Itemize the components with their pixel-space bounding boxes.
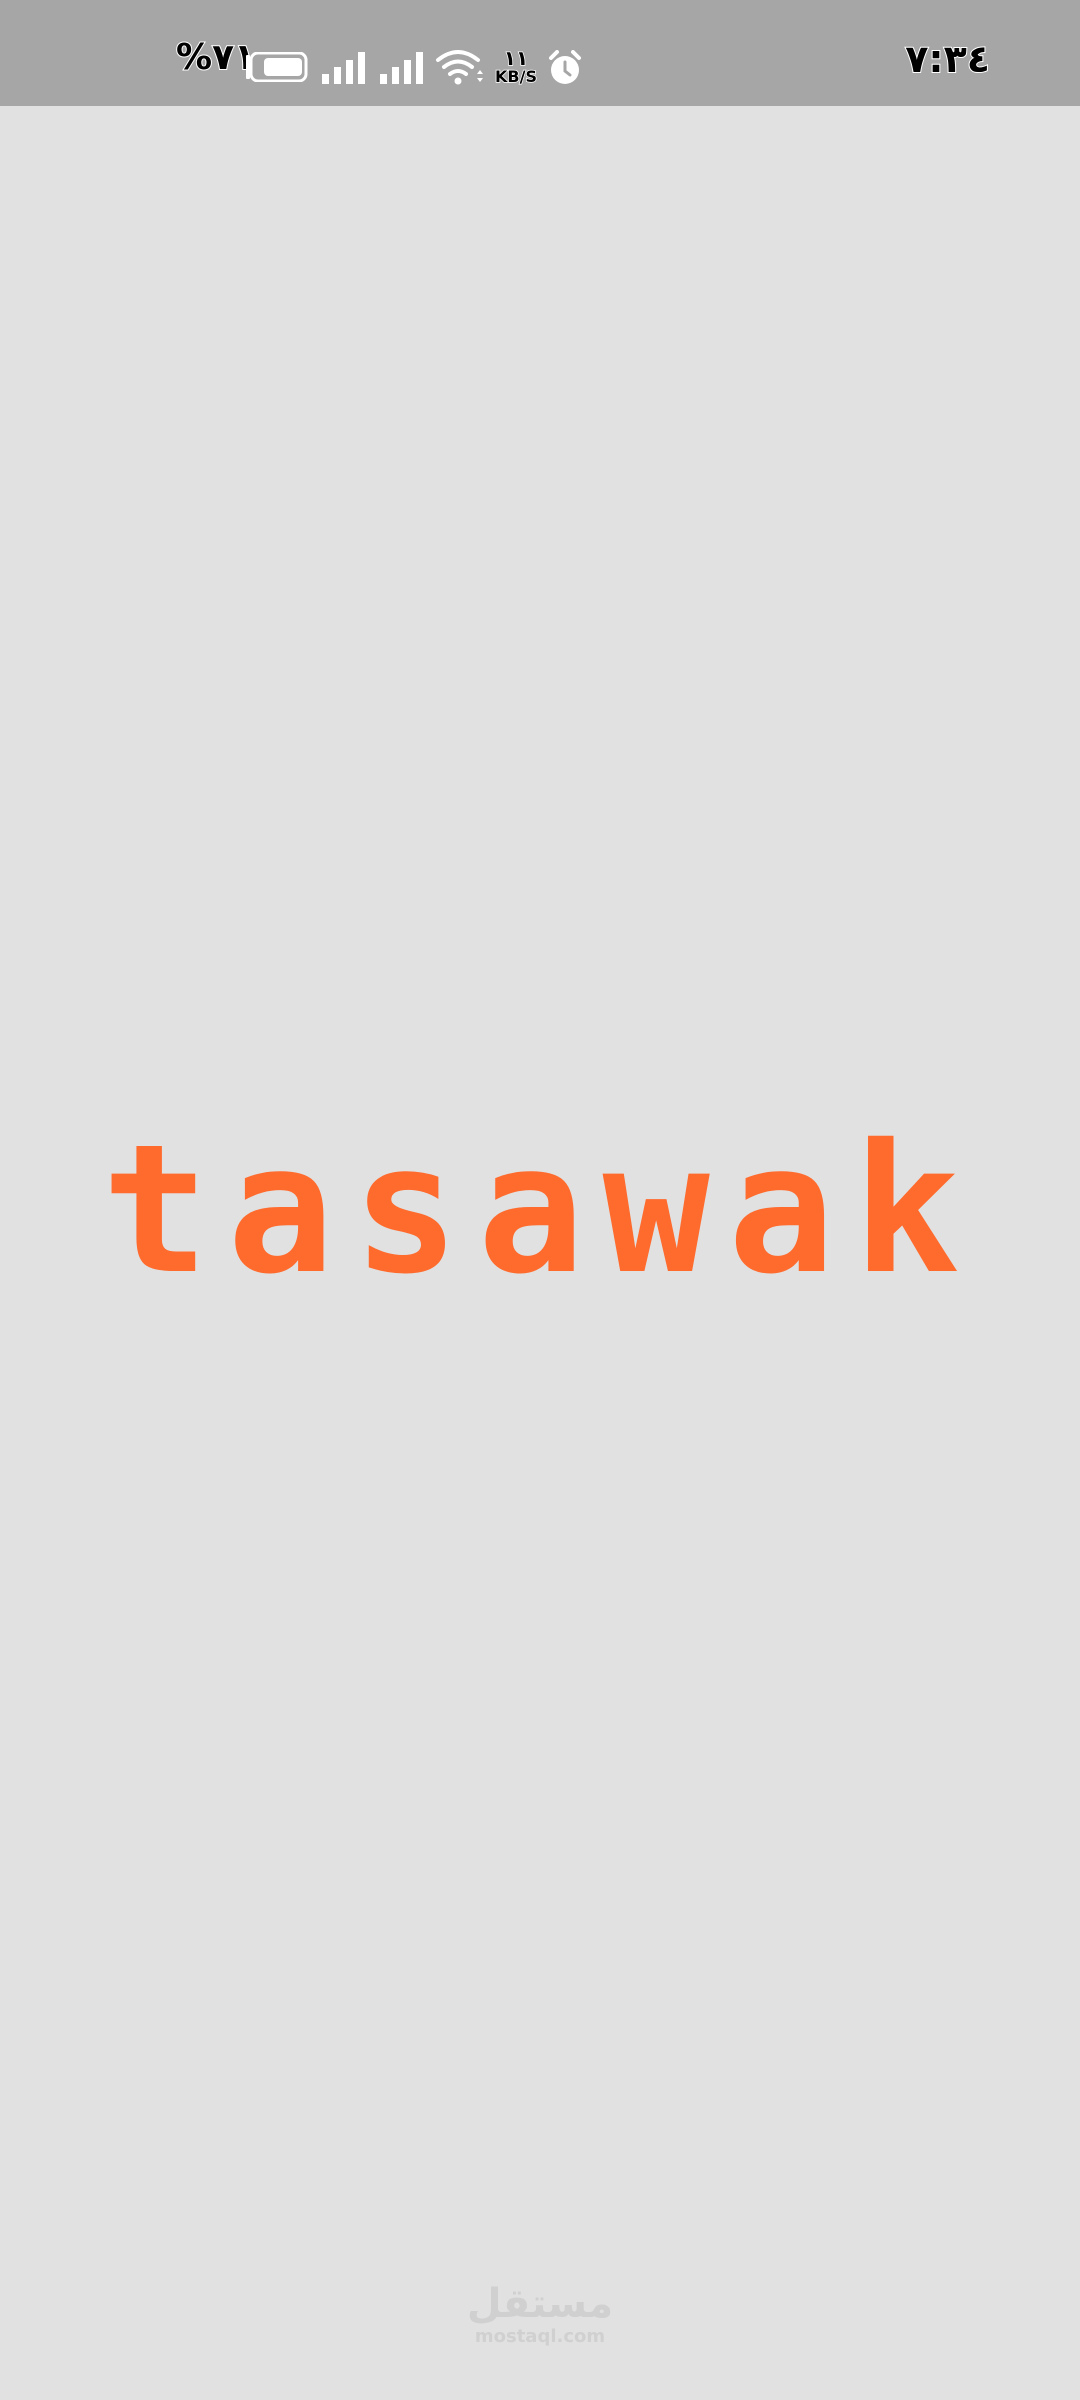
signal-icon <box>322 52 365 84</box>
signal-icon <box>380 52 423 84</box>
network-speed-value: ١١ <box>503 46 529 70</box>
wifi-icon <box>436 50 483 85</box>
watermark-arabic: مستقل <box>466 2281 614 2327</box>
watermark-latin: mostaql.com <box>474 2326 606 2347</box>
alarm-icon <box>549 50 581 84</box>
watermark: مستقل mostaql.com <box>440 2282 640 2348</box>
status-bar: %٧١ ١١ KB/S ٧:٣٤ <box>0 0 1080 106</box>
app-logo-text: tasawak <box>101 1106 979 1313</box>
battery-icon <box>246 52 308 82</box>
network-speed: ١١ KB/S <box>492 46 540 88</box>
status-clock: ٧:٣٤ <box>904 37 991 81</box>
network-speed-unit: KB/S <box>494 67 537 87</box>
